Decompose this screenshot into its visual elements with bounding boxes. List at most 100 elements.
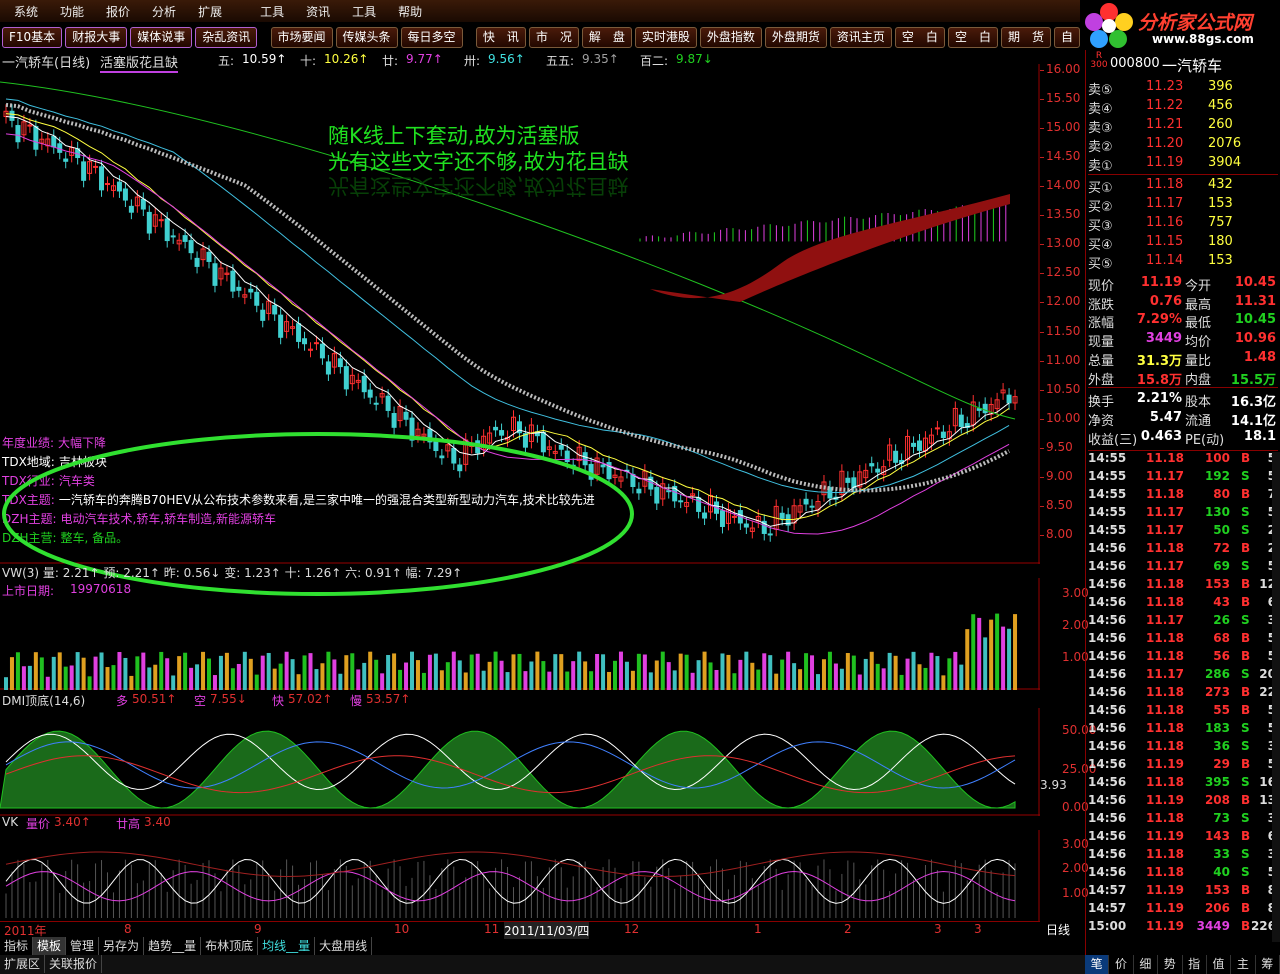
tick-row[interactable]: 14:5611.1840S5 — [1088, 865, 1280, 883]
toolbar-button-17[interactable]: 自 — [1053, 27, 1080, 48]
quote-tab-6[interactable]: 主 — [1231, 955, 1256, 974]
orderbook-row[interactable]: 买③ 11.16 757 — [1088, 215, 1280, 234]
orderbook-row[interactable]: 卖③ 11.21 260 — [1088, 117, 1280, 136]
tick-row[interactable]: 14:5611.18183S5 — [1088, 721, 1280, 739]
menu-item-6[interactable]: 资讯 — [306, 3, 330, 20]
tick-row[interactable]: 14:56 11.19 208 B 13 — [1088, 793, 1280, 811]
tick-row[interactable]: 14:5511.17130S5 — [1088, 505, 1280, 523]
volume-bar — [947, 658, 952, 690]
formula-tab-4[interactable]: 趋势__量 — [144, 937, 202, 955]
tick-scrollbar[interactable] — [1272, 452, 1280, 942]
tick-row[interactable]: 14:5611.19143B6 — [1088, 829, 1280, 847]
menu-item-8[interactable]: 帮助 — [398, 3, 422, 20]
orderbook-row[interactable]: 买① 11.18 432 — [1088, 177, 1280, 196]
tick-row[interactable]: 14:5611.1929B5 — [1088, 757, 1280, 775]
orderbook-row[interactable]: 卖① 11.19 3904 — [1088, 155, 1280, 175]
quote-tab-5[interactable]: 值 — [1207, 955, 1232, 974]
toolbar-button-0[interactable]: F10基本 — [2, 27, 63, 48]
volume-bar — [290, 659, 295, 690]
volume-bar — [451, 651, 456, 690]
toolbar-button-1[interactable]: 财报大事 — [65, 27, 128, 48]
menu-item-1[interactable]: 功能 — [60, 3, 84, 20]
tick-row[interactable]: 14:5611.1769S5 — [1088, 559, 1280, 577]
toolbar-button-10[interactable]: 实时港股 — [634, 27, 697, 48]
tick-row[interactable]: 14:56 11.17 286 S 20 — [1088, 667, 1280, 685]
orderbook-row[interactable]: 卖④ 11.22 456 — [1088, 98, 1280, 117]
tick-row[interactable]: 14:5611.1855B5 — [1088, 703, 1280, 721]
formula-tab-3[interactable]: 另存为 — [99, 937, 145, 955]
orderbook-row[interactable]: 买④ 11.15 180 — [1088, 234, 1280, 253]
vk-chart[interactable] — [0, 830, 1040, 922]
menu-item-2[interactable]: 报价 — [106, 3, 130, 20]
volume-bar — [774, 673, 779, 690]
orderbook-row[interactable]: 卖② 11.20 2076 — [1088, 136, 1280, 155]
candle-body — [391, 413, 397, 428]
tick-row[interactable]: 14:5611.1836S3 — [1088, 739, 1280, 757]
dmi-chart[interactable] — [0, 708, 1040, 816]
tick-row[interactable]: 14:5711.19153B8 — [1088, 883, 1280, 901]
orderbook-row[interactable]: 买② 11.17 153 — [1088, 196, 1280, 215]
orderbook-row[interactable]: 买⑤ 11.14 153 — [1088, 253, 1280, 272]
menu-item-7[interactable]: 工具 — [352, 3, 376, 20]
tick-row[interactable]: 14:5511.1880B7 — [1088, 487, 1280, 505]
volume-bar — [881, 668, 886, 690]
toolbar-button-13[interactable]: 资讯主页 — [829, 27, 892, 48]
tick-row[interactable]: 14:5511.1750S2 — [1088, 523, 1280, 541]
formula-tab-2[interactable]: 管理 — [66, 937, 100, 955]
tick-price: 11.19 — [1146, 757, 1184, 771]
toolbar-button-4[interactable]: 市场要闻 — [270, 27, 333, 48]
toolbar-button-5[interactable]: 传媒头条 — [335, 27, 398, 48]
menu-item-3[interactable]: 分析 — [152, 3, 176, 20]
extension-tab-0[interactable]: 扩展区 — [0, 955, 46, 973]
tick-row[interactable]: 14:56 11.18 273 B 22 — [1088, 685, 1280, 703]
formula-tab-6[interactable]: 均线__量 — [258, 937, 316, 955]
quote-tab-0[interactable]: 笔 — [1085, 955, 1110, 974]
formula-tab-0[interactable]: 指标 — [0, 937, 34, 955]
tick-time: 14:56 — [1088, 541, 1127, 555]
toolbar-button-3[interactable]: 杂乱资讯 — [195, 27, 258, 48]
toolbar-button-16[interactable]: 期 货 — [1000, 27, 1051, 48]
candle-body — [731, 515, 737, 518]
menu-item-5[interactable]: 工具 — [260, 3, 284, 20]
volume-bar — [469, 654, 474, 690]
volume-chart[interactable] — [0, 578, 1040, 690]
toolbar-button-12[interactable]: 外盘期货 — [764, 27, 827, 48]
tick-row[interactable]: 14:56 11.18 153 B 12 — [1088, 577, 1280, 595]
quote-value: 2.21% — [1136, 391, 1182, 407]
tick-row[interactable]: 14:5511.18100B5 — [1088, 451, 1280, 469]
period-mode[interactable]: 日线 — [1046, 921, 1070, 938]
formula-tab-5[interactable]: 布林顶底 — [201, 937, 259, 955]
tick-row[interactable]: 14:5611.1872B2 — [1088, 541, 1280, 559]
tick-row[interactable]: 14:5611.1726S3 — [1088, 613, 1280, 631]
quote-tab-4[interactable]: 指 — [1183, 955, 1207, 974]
tick-row[interactable]: 14:5611.1833S3 — [1088, 847, 1280, 865]
toolbar-button-14[interactable]: 空 白 — [894, 27, 945, 48]
toolbar-button-6[interactable]: 每日多空 — [400, 27, 463, 48]
extension-tab-1[interactable]: 关联报价 — [45, 955, 103, 973]
formula-tab-1[interactable]: 模板 — [33, 937, 67, 955]
formula-tab-7[interactable]: 大盘用线 — [315, 937, 373, 955]
toolbar-button-15[interactable]: 空 白 — [947, 27, 998, 48]
toolbar-button-2[interactable]: 媒体说事 — [130, 27, 193, 48]
menu-item-4[interactable]: 扩展 — [198, 3, 222, 20]
toolbar-button-9[interactable]: 解 盘 — [581, 27, 632, 48]
vk-axis: 3.00 2.00 1.00 — [1040, 830, 1089, 922]
menu-item-0[interactable]: 系统 — [14, 3, 38, 20]
orderbook-row[interactable]: 卖⑤ 11.23 396 — [1088, 79, 1280, 98]
tick-row[interactable]: 14:5611.1873S3 — [1088, 811, 1280, 829]
tick-row[interactable]: 14:5511.17192S5 — [1088, 469, 1280, 487]
tick-row[interactable]: 14:56 11.18 395 S 16 — [1088, 775, 1280, 793]
quote-tab-3[interactable]: 势 — [1158, 955, 1183, 974]
toolbar-button-8[interactable]: 市 况 — [528, 27, 579, 48]
candle-body — [809, 505, 815, 508]
toolbar-button-7[interactable]: 快 讯 — [475, 27, 526, 48]
quote-tab-1[interactable]: 价 — [1109, 955, 1134, 974]
tick-row[interactable]: 14:5611.1868B5 — [1088, 631, 1280, 649]
tick-row[interactable]: 14:5611.1843B6 — [1088, 595, 1280, 613]
quote-tab-7[interactable]: 筹 — [1256, 955, 1280, 974]
tick-row[interactable]: 15:00 11.19 3449 B 226 — [1088, 919, 1280, 937]
quote-tab-2[interactable]: 细 — [1134, 955, 1159, 974]
toolbar-button-11[interactable]: 外盘指数 — [699, 27, 762, 48]
tick-row[interactable]: 14:5711.19206B8 — [1088, 901, 1280, 919]
tick-row[interactable]: 14:5611.1856B5 — [1088, 649, 1280, 667]
